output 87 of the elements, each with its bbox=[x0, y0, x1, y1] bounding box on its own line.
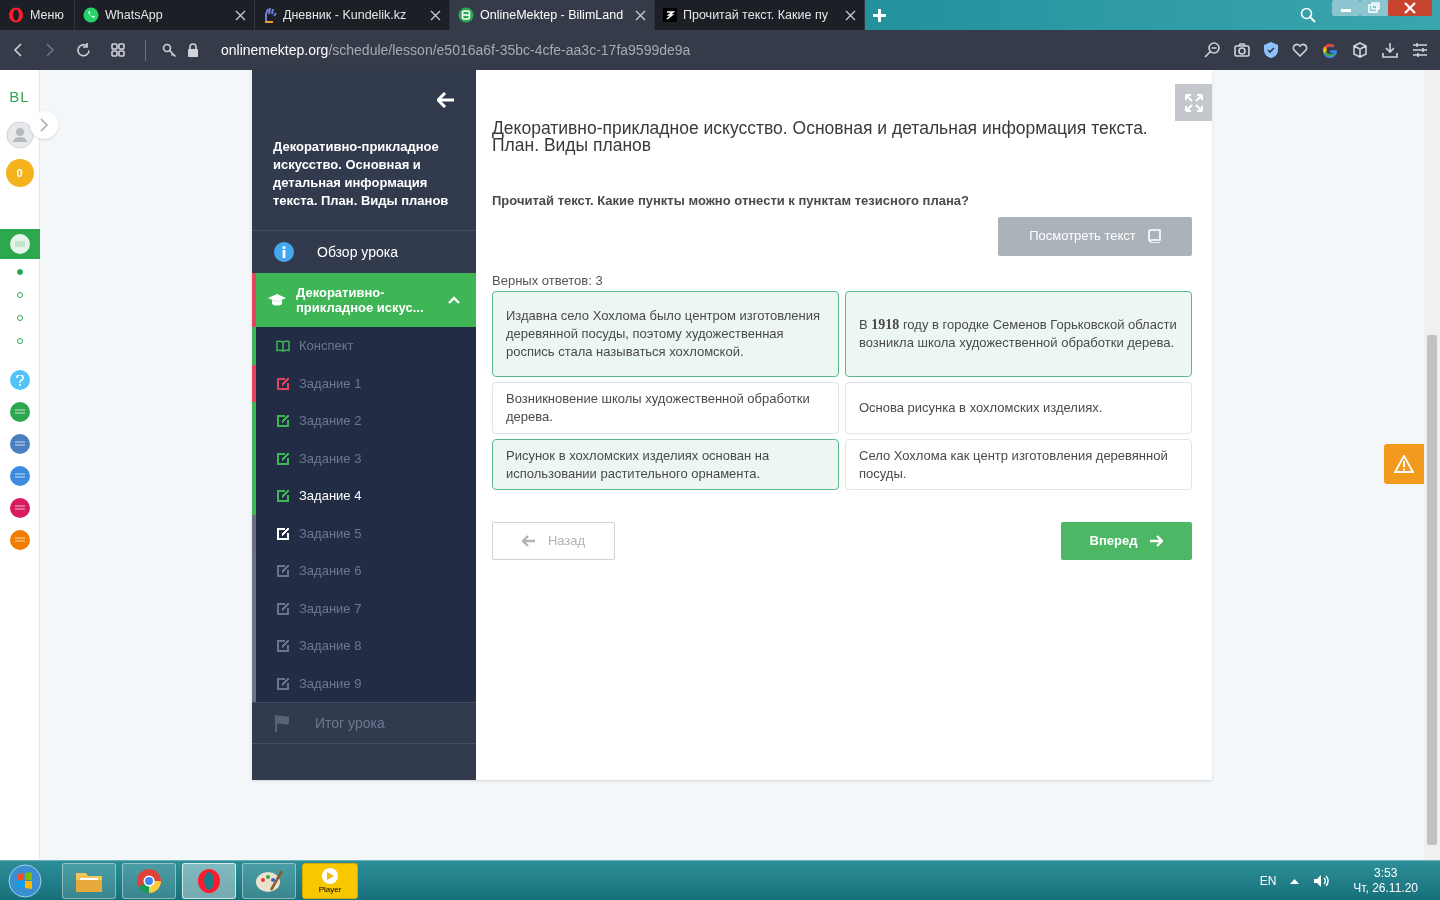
language-indicator[interactable]: EN bbox=[1259, 871, 1277, 890]
back-icon[interactable] bbox=[12, 43, 24, 57]
logo-text: BL bbox=[9, 89, 30, 104]
graduation-cap-icon bbox=[268, 293, 286, 307]
heart-icon[interactable] bbox=[1292, 43, 1308, 57]
speaker-icon[interactable] bbox=[1313, 873, 1330, 888]
flag-icon bbox=[274, 714, 292, 732]
answer-option[interactable]: Издавна село Хохлома было центром изготовления деревянной посуды, поэтому художественная роспись стала называться хохломской. bbox=[492, 291, 839, 377]
clock-time[interactable]: 3:53 bbox=[1374, 865, 1398, 881]
browser-tab[interactable]: Прочитай текст. Какие пу bbox=[655, 0, 865, 30]
clock-date[interactable]: Чт, 26.11.20 bbox=[1353, 880, 1418, 896]
lesson-item[interactable]: Задание 8 bbox=[252, 627, 476, 665]
lesson-heading: Декоративно-прикладное искусство. Основная и детальная информация текста. План. Виды планов bbox=[492, 120, 1149, 154]
taskbar-app[interactable] bbox=[242, 862, 296, 899]
answer-option[interactable]: Основа рисунка в хохломских изделиях. bbox=[845, 382, 1192, 434]
close-icon[interactable] bbox=[235, 9, 246, 21]
coin-counter: 0 bbox=[5, 159, 34, 187]
app-logo-icon[interactable] bbox=[9, 234, 30, 254]
opera-logo-icon bbox=[197, 867, 221, 894]
browser-tab[interactable]: Меню bbox=[0, 0, 75, 30]
address-field[interactable]: onlinemektep.org/schedule/lesson/e5016a6f-35bc-4cfe-aa3c-17fa9599de9a bbox=[221, 39, 691, 61]
start-button[interactable] bbox=[8, 863, 42, 898]
zoom-out-icon[interactable] bbox=[1204, 42, 1220, 58]
close-icon[interactable] bbox=[430, 9, 441, 21]
search-icon[interactable] bbox=[1300, 7, 1316, 23]
answer-option[interactable]: Село Хохлома как центр изготовления деревянной посуды. bbox=[845, 439, 1192, 490]
reload-icon[interactable] bbox=[76, 42, 91, 58]
chevron-right-icon bbox=[38, 118, 50, 132]
taskbar-app[interactable] bbox=[62, 862, 116, 899]
new-tab-icon[interactable] bbox=[873, 8, 886, 22]
lesson-item[interactable]: Задание 1 bbox=[252, 364, 476, 402]
lesson-item[interactable]: Задание 4 bbox=[252, 477, 476, 515]
chevron-up-icon bbox=[448, 296, 460, 304]
app-icon[interactable] bbox=[9, 530, 30, 550]
play-icon bbox=[319, 867, 341, 885]
lesson-item[interactable]: Задание 9 bbox=[252, 664, 476, 702]
info-icon bbox=[274, 242, 294, 262]
multicolor-letter-logo-icon[interactable] bbox=[1322, 42, 1338, 58]
grid-icon[interactable] bbox=[111, 43, 125, 57]
hand-icon bbox=[263, 7, 277, 23]
scrollbar-thumb[interactable] bbox=[1427, 335, 1437, 845]
close-icon[interactable] bbox=[845, 9, 856, 21]
browser-tab[interactable]: Дневник - Kundelik.kz bbox=[255, 0, 450, 30]
app-icon[interactable] bbox=[9, 498, 30, 518]
close-icon[interactable] bbox=[635, 9, 646, 21]
answer-option[interactable]: В 1918 году в городке Семенов Горьковской области возникла школа художественной обработки дерева. bbox=[845, 291, 1192, 377]
lesson-title: Декоративно-прикладное искусство. Основная и детальная информация текста. План. Виды планов bbox=[273, 138, 450, 210]
colorful-circle-icon bbox=[136, 867, 162, 894]
warning-button[interactable] bbox=[1384, 444, 1424, 484]
overview-link[interactable]: Обзор урока bbox=[252, 231, 476, 273]
lock-icon bbox=[187, 43, 199, 57]
section-header[interactable]: Декоративно-прикладное искус... bbox=[252, 273, 476, 327]
lesson-item[interactable]: Конспект bbox=[252, 327, 476, 365]
close-button[interactable] bbox=[1388, 0, 1432, 16]
question-text: Прочитай текст. Какие пункты можно отнести к пунктам тезисного плана? bbox=[492, 192, 970, 210]
camera-icon[interactable] bbox=[1234, 43, 1250, 57]
lesson-item[interactable]: Задание 2 bbox=[252, 402, 476, 440]
right-arrow-icon bbox=[1149, 535, 1164, 547]
left-arrow-icon bbox=[521, 535, 536, 547]
taskbar-app[interactable]: Player bbox=[302, 862, 358, 899]
forward-icon[interactable] bbox=[44, 43, 56, 57]
back-arrow-icon[interactable] bbox=[437, 92, 455, 108]
lesson-item[interactable]: Задание 7 bbox=[252, 589, 476, 627]
cube-icon[interactable] bbox=[1352, 42, 1368, 58]
taskbar-app[interactable] bbox=[122, 862, 176, 899]
settings-icon[interactable] bbox=[1412, 43, 1428, 57]
warning-icon bbox=[1394, 455, 1414, 473]
download-icon[interactable] bbox=[1382, 42, 1398, 58]
lesson-item[interactable]: Задание 5 bbox=[252, 514, 476, 552]
phone-bubble-icon bbox=[83, 7, 99, 23]
browser-tab[interactable]: OnlineMektep - BilimLand bbox=[450, 0, 655, 30]
letter-logo-icon bbox=[458, 7, 474, 23]
lesson-item[interactable]: Задание 3 bbox=[252, 439, 476, 477]
expand-arrows-icon bbox=[1184, 93, 1203, 112]
lesson-item[interactable]: Задание 6 bbox=[252, 552, 476, 590]
app-icon[interactable] bbox=[9, 402, 30, 422]
key-icon[interactable] bbox=[162, 42, 177, 58]
shield-check-icon[interactable] bbox=[1264, 42, 1278, 58]
app-icon[interactable] bbox=[9, 466, 30, 486]
app-icon[interactable] bbox=[9, 434, 30, 454]
answer-option[interactable]: Рисунок в хохломских изделиях основан на использовании растительного орнамента. bbox=[492, 439, 839, 490]
correct-count: Верных ответов: 3 bbox=[492, 271, 604, 290]
show-hidden-icons-icon[interactable] bbox=[1290, 877, 1300, 884]
browser-tab[interactable]: WhatsApp bbox=[75, 0, 255, 30]
opera-logo-icon bbox=[8, 7, 24, 23]
taskbar-app[interactable] bbox=[182, 862, 236, 899]
answer-option[interactable]: Возникновение школы художественной обработки дерева. bbox=[492, 382, 839, 434]
